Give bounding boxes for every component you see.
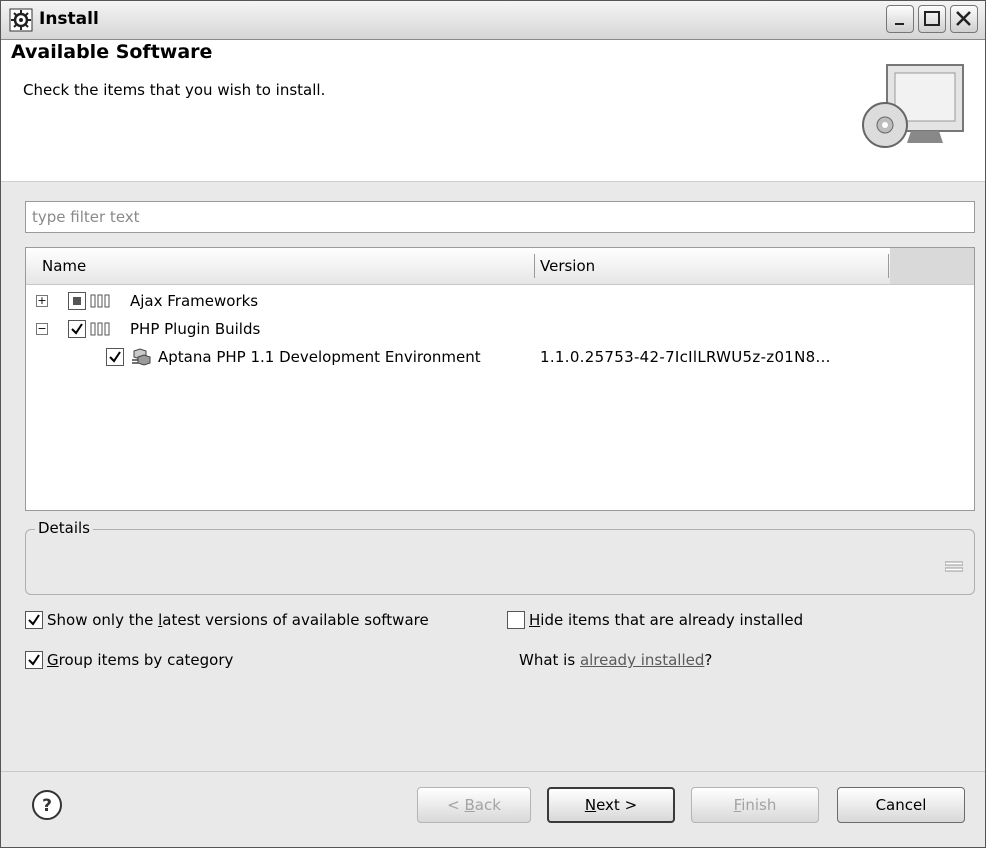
window-title: Install bbox=[39, 9, 99, 29]
page-title: Available Software bbox=[11, 41, 213, 63]
check-icon bbox=[28, 613, 40, 626]
title-bar[interactable]: Install bbox=[1, 1, 985, 40]
finish-button[interactable]: Finish bbox=[691, 787, 819, 823]
group-by-category-label-post: roup items by category bbox=[58, 651, 234, 669]
tree-header: Name Version bbox=[26, 248, 974, 285]
hide-installed-label-post: ide items that are already installed bbox=[540, 611, 804, 629]
filter-input[interactable] bbox=[25, 201, 975, 233]
column-divider[interactable] bbox=[534, 254, 535, 278]
row-version: 1.1.0.25753-42-7IcIlLRWU5z-z01N8... bbox=[540, 348, 831, 366]
hide-installed-option[interactable]: Hide items that are already installed bbox=[507, 610, 804, 630]
check-icon bbox=[109, 351, 121, 363]
check-icon bbox=[28, 653, 40, 666]
partial-check-icon bbox=[73, 297, 81, 305]
minimize-icon bbox=[895, 23, 904, 25]
install-dialog: Install Available Software Check the ite… bbox=[0, 0, 986, 848]
help-icon[interactable]: ? bbox=[31, 789, 63, 821]
close-button[interactable] bbox=[950, 5, 978, 33]
tree-row[interactable]: − PHP Plugin Builds bbox=[26, 316, 974, 342]
column-filler bbox=[890, 248, 974, 284]
details-label: Details bbox=[35, 519, 94, 537]
category-checkbox[interactable] bbox=[68, 292, 86, 310]
feature-checkbox[interactable] bbox=[106, 348, 124, 366]
check-icon bbox=[71, 323, 83, 335]
row-name: Aptana PHP 1.1 Development Environment bbox=[158, 348, 481, 366]
latest-versions-option[interactable]: Show only the latest versions of availab… bbox=[25, 610, 429, 630]
back-button[interactable]: < Back bbox=[417, 787, 531, 823]
group-by-category-option[interactable]: Group items by category bbox=[25, 650, 234, 670]
close-icon bbox=[956, 11, 971, 26]
category-checkbox[interactable] bbox=[68, 320, 86, 338]
hide-installed-mnemonic: H bbox=[529, 611, 541, 629]
maximize-button[interactable] bbox=[918, 5, 946, 33]
category-icon bbox=[90, 322, 110, 336]
sash-handle-icon[interactable] bbox=[945, 561, 963, 573]
category-icon bbox=[90, 294, 110, 308]
already-installed-suffix: ? bbox=[704, 651, 713, 669]
cancel-button[interactable]: Cancel bbox=[837, 787, 965, 823]
plugin-feature-icon bbox=[132, 348, 151, 366]
page-subtitle: Check the items that you wish to install… bbox=[23, 81, 326, 99]
row-name: PHP Plugin Builds bbox=[130, 320, 261, 338]
column-header-version[interactable]: Version bbox=[540, 257, 595, 275]
maximize-icon bbox=[924, 11, 940, 26]
row-name: Ajax Frameworks bbox=[130, 292, 259, 310]
footer-divider bbox=[1, 771, 985, 772]
latest-versions-label-post: atest versions of available software bbox=[162, 611, 429, 629]
banner-divider bbox=[1, 181, 985, 182]
group-by-category-checkbox[interactable] bbox=[25, 650, 43, 669]
tree-row[interactable]: Aptana PHP 1.1 Development Environment 1… bbox=[26, 344, 974, 370]
next-button[interactable]: Next > bbox=[547, 787, 675, 823]
column-divider[interactable] bbox=[888, 254, 889, 278]
group-by-category-mnemonic: G bbox=[47, 651, 59, 669]
latest-versions-label-pre: Show only the bbox=[47, 611, 159, 629]
tree-row[interactable]: + Ajax Frameworks bbox=[26, 288, 974, 314]
latest-versions-checkbox[interactable] bbox=[25, 610, 43, 629]
already-installed-prefix: What is bbox=[519, 651, 580, 669]
gear-icon bbox=[9, 8, 33, 32]
install-monitor-icon bbox=[862, 64, 964, 148]
already-installed-link[interactable]: already installed bbox=[580, 651, 704, 669]
already-installed-line: What is already installed? bbox=[519, 651, 712, 669]
svg-text:?: ? bbox=[42, 796, 52, 816]
hide-installed-checkbox[interactable] bbox=[507, 610, 525, 629]
expand-icon[interactable]: + bbox=[36, 295, 48, 307]
software-tree[interactable]: Name Version + Ajax Frameworks − PHP Plu… bbox=[25, 247, 975, 511]
minimize-button[interactable] bbox=[886, 5, 914, 33]
collapse-icon[interactable]: − bbox=[36, 323, 48, 335]
details-group bbox=[25, 529, 975, 595]
column-header-name[interactable]: Name bbox=[42, 257, 86, 275]
